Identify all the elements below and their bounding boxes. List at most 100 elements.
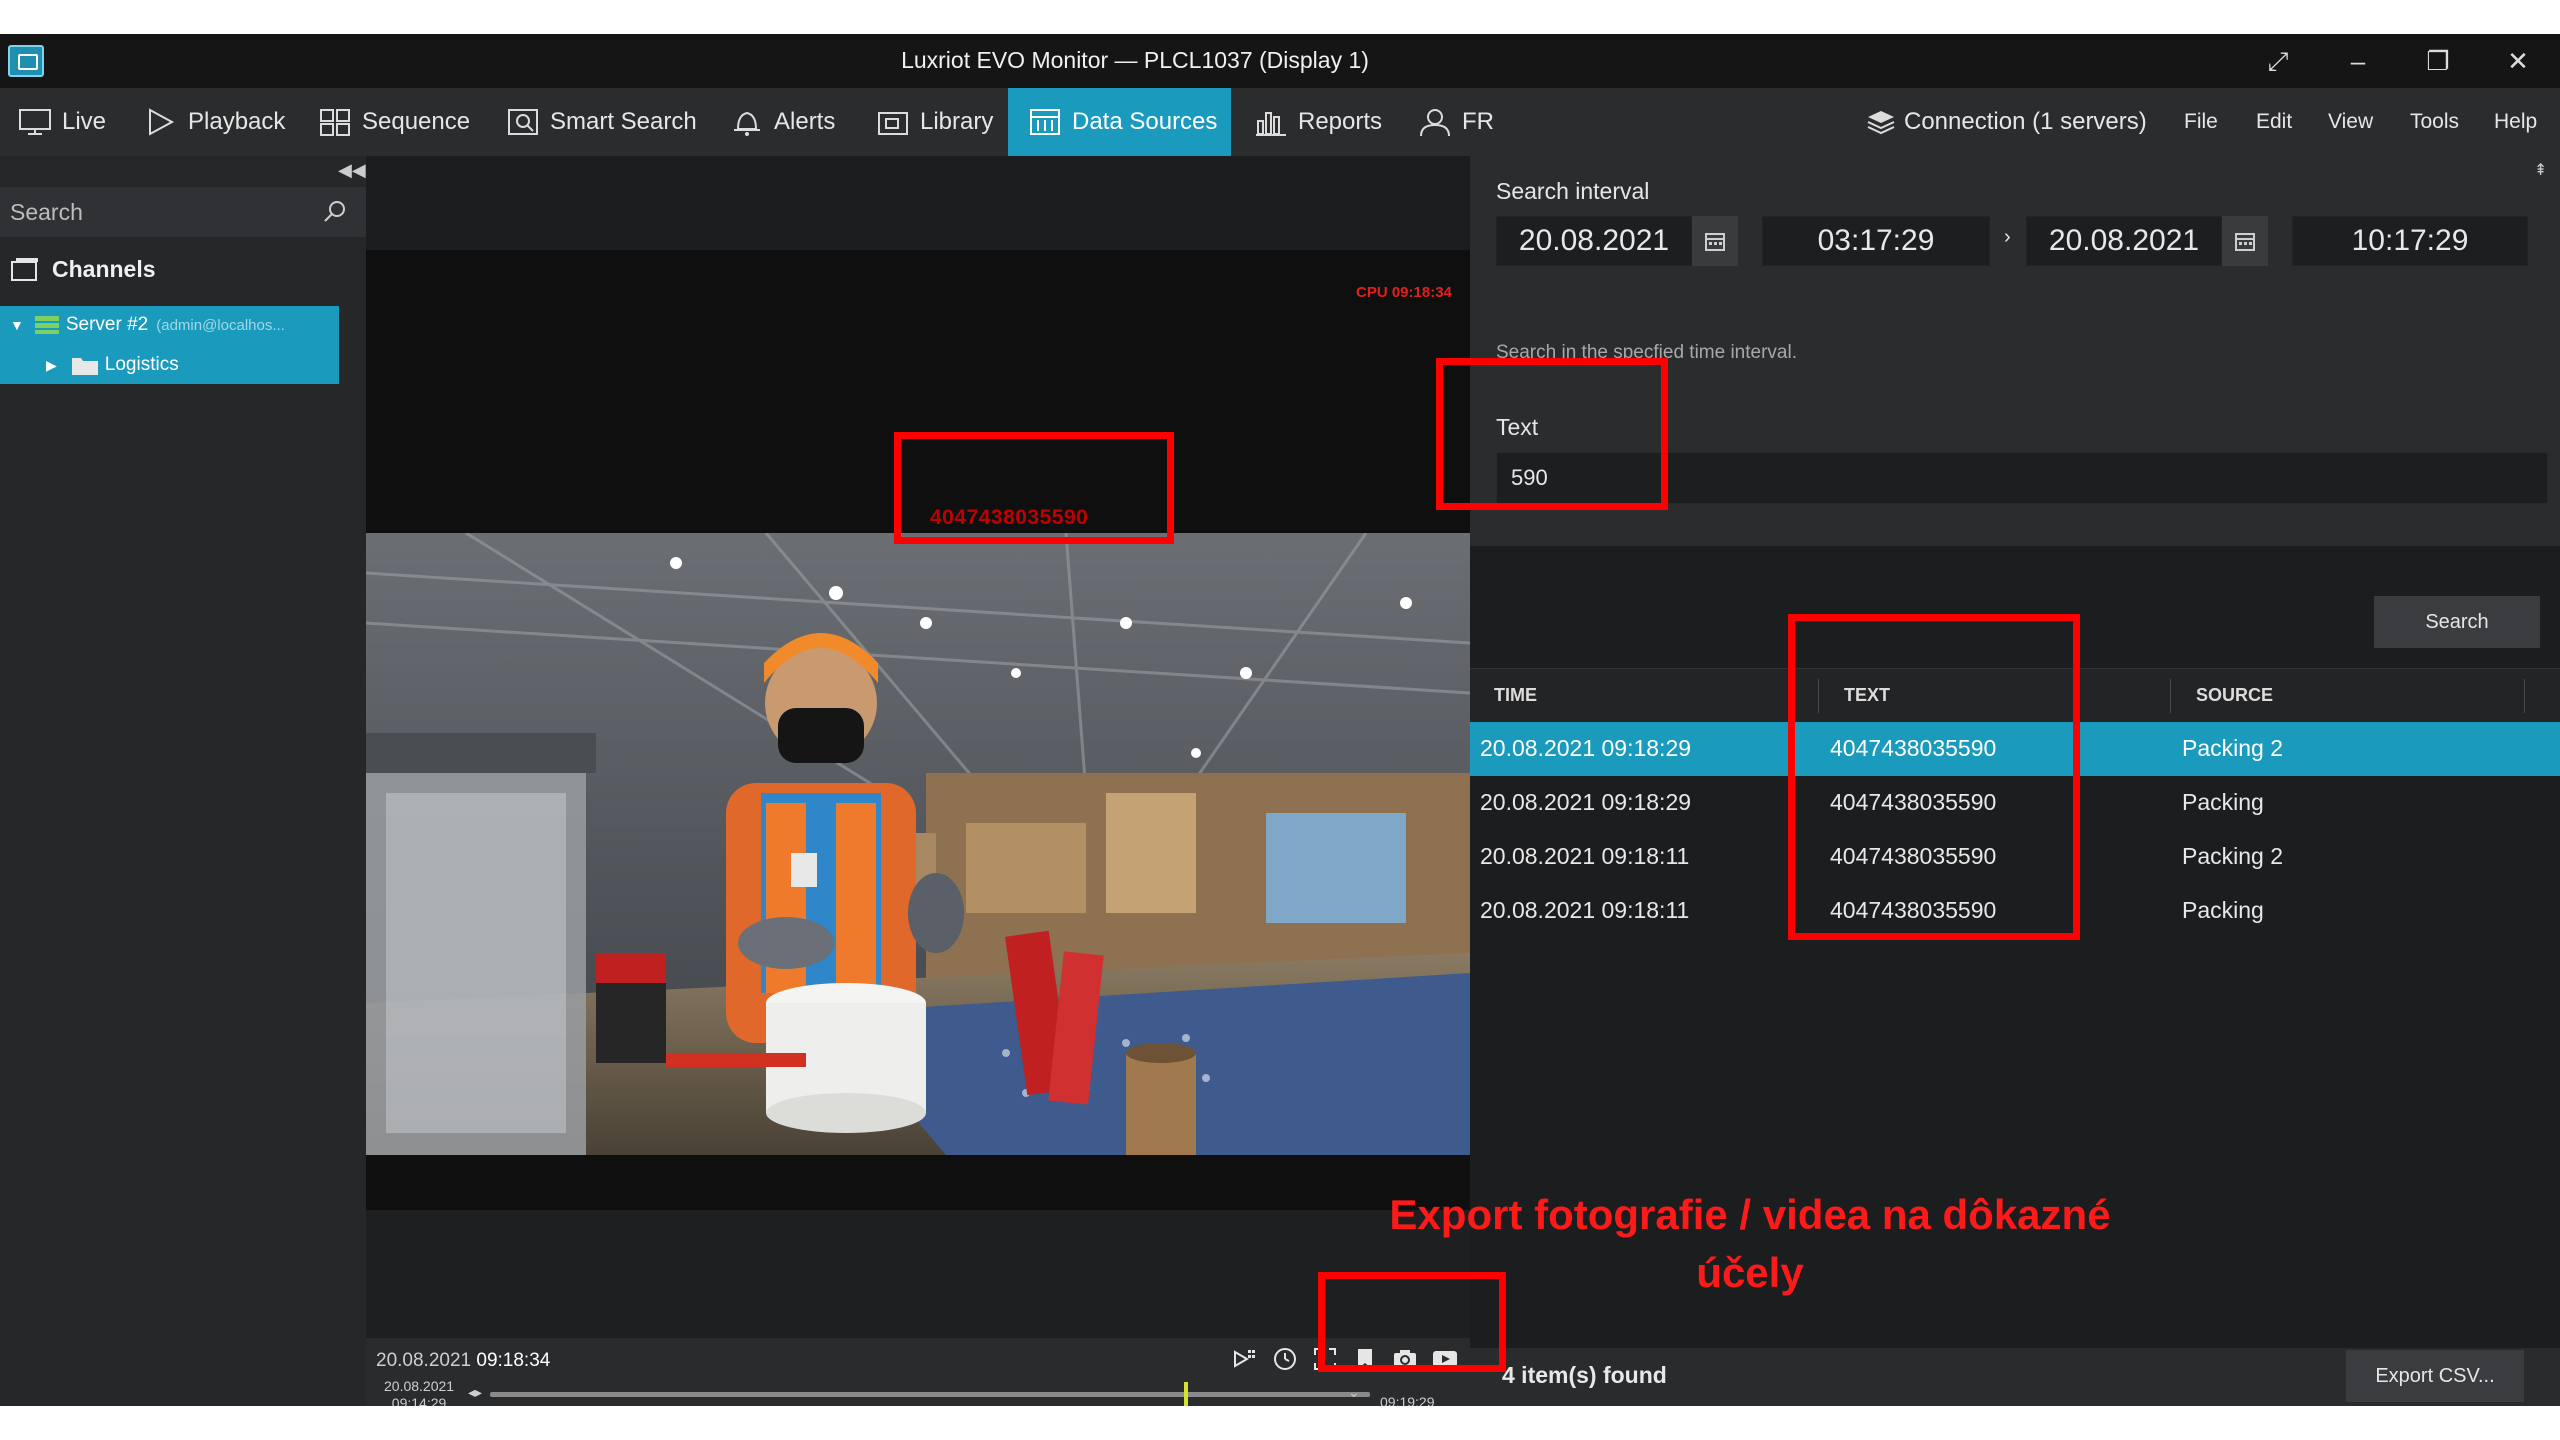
row-time: 20.08.2021 09:18:11 <box>1480 897 1690 923</box>
smart-search-icon <box>506 107 540 137</box>
nav-data-sources-label: Data Sources <box>1072 108 1218 135</box>
server-name: Server #2 <box>65 314 149 335</box>
timeline-playhead[interactable] <box>1184 1382 1188 1406</box>
results-count: 4 item(s) found <box>1502 1362 1667 1388</box>
search-button[interactable]: Search <box>2374 596 2540 648</box>
nav-alerts[interactable]: Alerts <box>730 88 835 156</box>
nav-fr[interactable]: FR <box>1418 88 1494 156</box>
menu-help[interactable]: Help <box>2494 88 2537 156</box>
interval-arrow-icon: › <box>2004 226 2011 248</box>
search-interval-label: Search interval <box>1496 178 1650 204</box>
data-sources-icon <box>1028 107 1062 137</box>
folder-name: Logistics <box>104 354 179 375</box>
channel-search <box>0 187 366 237</box>
folder-icon <box>71 354 99 376</box>
menu-file[interactable]: File <box>2184 88 2218 156</box>
window-title: Luxriot EVO Monitor — PLCL1037 (Display … <box>901 47 1369 73</box>
from-calendar-icon[interactable] <box>1692 216 1738 266</box>
export-csv-button[interactable]: Export CSV... <box>2346 1350 2524 1402</box>
server-icon <box>34 315 60 335</box>
current-time: 09:18:34 <box>476 1350 551 1371</box>
row-source: Packing <box>2182 789 2264 815</box>
play-icon <box>144 107 178 137</box>
expand-icon[interactable]: ⤢ <box>2258 44 2298 78</box>
video-area: CPU 09:18:34 4047438035590 20.08.2021 09… <box>366 156 1470 1406</box>
cpu-timestamp-overlay: CPU 09:18:34 <box>1356 284 1452 301</box>
timeline-scroll-right-icon[interactable]: ⌄ <box>1348 1384 1360 1401</box>
annotation-line-1: Export fotografie / videa na dôkazné <box>1389 1191 2111 1238</box>
tree-folder-item[interactable]: ▶ Logistics <box>46 346 179 384</box>
timeline-start-date: 20.08.2021 <box>384 1378 455 1394</box>
search-icon[interactable] <box>322 199 348 225</box>
expand-down-icon[interactable]: ▼ <box>10 317 24 333</box>
column-source[interactable]: SOURCE <box>2196 685 2273 706</box>
timeline-track[interactable] <box>490 1392 1370 1397</box>
nav-playback-label: Playback <box>188 108 286 135</box>
video-frame[interactable] <box>366 533 1470 1155</box>
connection-button[interactable]: Connection (1 servers) <box>1866 88 2147 156</box>
connection-stack-icon <box>1866 109 1896 135</box>
from-date-field[interactable]: 20.08.2021 <box>1496 216 1692 266</box>
library-icon <box>876 107 910 137</box>
to-time-field[interactable]: 10:17:29 <box>2292 216 2528 266</box>
playback-controls: 20.08.2021 09:18:34 20.08.2021 09:14:29 … <box>366 1338 1470 1406</box>
timeline-start: 20.08.2021 09:14:29 <box>384 1378 454 1406</box>
annotation-box-results <box>1788 614 2080 940</box>
channels-header: Channels <box>10 256 156 283</box>
clock-icon[interactable] <box>1272 1346 1298 1372</box>
nav-library[interactable]: Library <box>876 88 993 156</box>
bell-icon <box>730 107 764 137</box>
expand-right-icon[interactable]: ▶ <box>46 357 57 374</box>
nav-smart-search[interactable]: Smart Search <box>506 88 697 156</box>
scroll-up-icon[interactable]: ⇞ <box>2534 160 2547 180</box>
collapse-panel-icon[interactable]: ◀◀ <box>338 160 366 181</box>
channel-search-input[interactable] <box>10 195 310 229</box>
title-bar: Luxriot EVO Monitor — PLCL1037 (Display … <box>0 34 2560 88</box>
nav-library-label: Library <box>920 108 994 135</box>
from-time-field[interactable]: 03:17:29 <box>1762 216 1990 266</box>
column-separator[interactable] <box>2524 679 2525 713</box>
row-time: 20.08.2021 09:18:29 <box>1480 735 1692 761</box>
annotation-box-ocr <box>894 432 1174 544</box>
current-date: 20.08.2021 <box>376 1350 472 1371</box>
nav-live[interactable]: Live <box>18 88 106 156</box>
video-toolbar-area <box>366 156 1470 250</box>
nav-data-sources[interactable]: Data Sources <box>1008 88 1232 156</box>
nav-sequence[interactable]: Sequence <box>318 88 470 156</box>
connection-label: Connection (1 servers) <box>1904 108 2147 135</box>
app-window: Luxriot EVO Monitor — PLCL1037 (Display … <box>0 34 2560 1406</box>
main-toolbar: Live Playback Sequence Smart Search Aler… <box>0 88 2560 156</box>
column-separator[interactable] <box>2170 679 2171 713</box>
sequence-play-icon[interactable] <box>1232 1346 1258 1372</box>
restore-button[interactable]: ❐ <box>2418 44 2458 78</box>
left-panel: ◀◀ Channels ▼ Server #2 (admin@localhos.… <box>0 156 366 1406</box>
row-source: Packing <box>2182 897 2264 923</box>
menu-tools[interactable]: Tools <box>2410 88 2459 156</box>
row-time: 20.08.2021 09:18:11 <box>1480 843 1690 869</box>
nav-smart-search-label: Smart Search <box>550 108 697 135</box>
to-calendar-icon[interactable] <box>2222 216 2268 266</box>
nav-alerts-label: Alerts <box>774 108 836 135</box>
menu-view[interactable]: View <box>2328 88 2373 156</box>
timeline-end-time: 09:19:29 <box>1380 1394 1435 1406</box>
tree-server-item[interactable]: ▼ Server #2 (admin@localhos... <box>0 306 285 344</box>
nav-playback[interactable]: Playback <box>144 88 285 156</box>
reports-icon <box>1254 107 1288 137</box>
timeline-scroll-left-icon[interactable]: ◂▸ <box>468 1384 482 1401</box>
close-button[interactable]: ✕ <box>2498 44 2538 78</box>
nav-reports[interactable]: Reports <box>1254 88 1382 156</box>
to-date-field[interactable]: 20.08.2021 <box>2026 216 2222 266</box>
row-source: Packing 2 <box>2182 843 2284 869</box>
annotation-box-text-field <box>1436 358 1668 510</box>
channels-label: Channels <box>52 256 156 282</box>
channels-icon <box>10 257 40 283</box>
column-time[interactable]: TIME <box>1494 685 1537 706</box>
grid-icon <box>318 107 352 137</box>
minimize-button[interactable]: – <box>2338 44 2378 78</box>
monitor-icon <box>18 107 52 137</box>
results-footer: 4 item(s) found Export CSV... <box>1470 1348 2560 1406</box>
current-timestamp: 20.08.2021 09:18:34 <box>376 1350 550 1372</box>
menu-edit[interactable]: Edit <box>2256 88 2292 156</box>
warehouse-camera-image <box>366 533 1470 1155</box>
annotation-caption: Export fotografie / videa na dôkazné úče… <box>1320 1186 2180 1302</box>
